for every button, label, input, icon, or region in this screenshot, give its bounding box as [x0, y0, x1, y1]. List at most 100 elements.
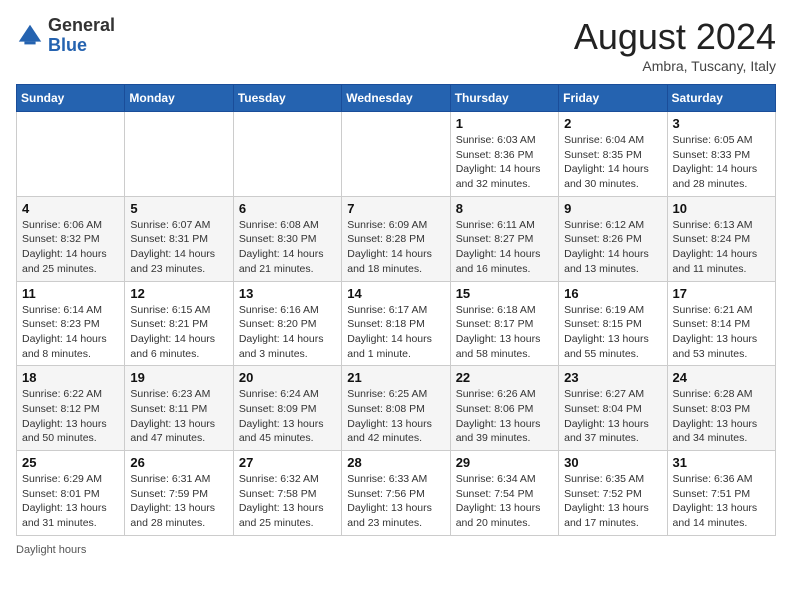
- calendar-cell: 21 Sunrise: 6:25 AM Sunset: 8:08 PM Dayli…: [342, 366, 450, 451]
- day-number: 21: [347, 370, 444, 385]
- day-number: 29: [456, 455, 553, 470]
- day-info: Sunrise: 6:05 AM Sunset: 8:33 PM Dayligh…: [673, 133, 770, 192]
- day-info: Sunrise: 6:22 AM Sunset: 8:12 PM Dayligh…: [22, 387, 119, 446]
- day-info: Sunrise: 6:32 AM Sunset: 7:58 PM Dayligh…: [239, 472, 336, 531]
- calendar-cell: 23Sunrise: 6:27 AM Sunset: 8:04 PM Dayli…: [559, 366, 667, 451]
- day-number: 20: [239, 370, 336, 385]
- calendar-cell: 15 Sunrise: 6:18 AM Sunset: 8:17 PM Dayli…: [450, 281, 558, 366]
- day-info: Sunrise: 6:19 AM Sunset: 8:15 PM Dayligh…: [564, 303, 661, 362]
- calendar-week-1: 1Sunrise: 6:03 AM Sunset: 8:36 PM Daylig…: [17, 112, 776, 197]
- calendar-cell: 18Sunrise: 6:22 AM Sunset: 8:12 PM Dayli…: [17, 366, 125, 451]
- day-number: 22: [456, 370, 553, 385]
- day-number: 11: [22, 286, 119, 301]
- day-number: 10: [673, 201, 770, 216]
- calendar-cell: 22 Sunrise: 6:26 AM Sunset: 8:06 PM Dayli…: [450, 366, 558, 451]
- day-info: Sunrise: 6:17 AM Sunset: 8:18 PM Dayligh…: [347, 303, 444, 362]
- calendar-cell: 19 Sunrise: 6:23 AM Sunset: 8:11 PM Dayli…: [125, 366, 233, 451]
- weekday-header-monday: Monday: [125, 85, 233, 112]
- day-info: Sunrise: 6:11 AM Sunset: 8:27 PM Dayligh…: [456, 218, 553, 277]
- logo-icon: [16, 22, 44, 50]
- calendar-cell: 28 Sunrise: 6:33 AM Sunset: 7:56 PM Dayli…: [342, 451, 450, 536]
- day-number: 24: [673, 370, 770, 385]
- calendar-cell: 5 Sunrise: 6:07 AM Sunset: 8:31 PM Daylig…: [125, 196, 233, 281]
- day-info: Sunrise: 6:35 AM Sunset: 7:52 PM Dayligh…: [564, 472, 661, 531]
- weekday-header-thursday: Thursday: [450, 85, 558, 112]
- day-number: 7: [347, 201, 444, 216]
- day-number: 6: [239, 201, 336, 216]
- weekday-header-tuesday: Tuesday: [233, 85, 341, 112]
- day-number: 2: [564, 116, 661, 131]
- calendar-cell: 2Sunrise: 6:04 AM Sunset: 8:35 PM Daylig…: [559, 112, 667, 197]
- calendar-cell: 1Sunrise: 6:03 AM Sunset: 8:36 PM Daylig…: [450, 112, 558, 197]
- day-number: 5: [130, 201, 227, 216]
- calendar-week-3: 11 Sunrise: 6:14 AM Sunset: 8:23 PM Dayli…: [17, 281, 776, 366]
- day-info: Sunrise: 6:29 AM Sunset: 8:01 PM Dayligh…: [22, 472, 119, 531]
- day-number: 3: [673, 116, 770, 131]
- day-number: 26: [130, 455, 227, 470]
- day-info: Sunrise: 6:12 AM Sunset: 8:26 PM Dayligh…: [564, 218, 661, 277]
- calendar-cell: 6 Sunrise: 6:08 AM Sunset: 8:30 PM Daylig…: [233, 196, 341, 281]
- day-number: 12: [130, 286, 227, 301]
- day-info: Sunrise: 6:31 AM Sunset: 7:59 PM Dayligh…: [130, 472, 227, 531]
- day-info: Sunrise: 6:15 AM Sunset: 8:21 PM Dayligh…: [130, 303, 227, 362]
- page-header: General Blue August 2024 Ambra, Tuscany,…: [16, 16, 776, 74]
- day-number: 4: [22, 201, 119, 216]
- calendar-cell: 8Sunrise: 6:11 AM Sunset: 8:27 PM Daylig…: [450, 196, 558, 281]
- day-number: 23: [564, 370, 661, 385]
- day-info: Sunrise: 6:06 AM Sunset: 8:32 PM Dayligh…: [22, 218, 119, 277]
- calendar-cell: 4 Sunrise: 6:06 AM Sunset: 8:32 PM Daylig…: [17, 196, 125, 281]
- weekday-header-sunday: Sunday: [17, 85, 125, 112]
- title-block: August 2024 Ambra, Tuscany, Italy: [574, 16, 776, 74]
- day-info: Sunrise: 6:21 AM Sunset: 8:14 PM Dayligh…: [673, 303, 770, 362]
- day-info: Sunrise: 6:33 AM Sunset: 7:56 PM Dayligh…: [347, 472, 444, 531]
- calendar-week-5: 25Sunrise: 6:29 AM Sunset: 8:01 PM Dayli…: [17, 451, 776, 536]
- calendar-cell: 16 Sunrise: 6:19 AM Sunset: 8:15 PM Dayli…: [559, 281, 667, 366]
- day-number: 1: [456, 116, 553, 131]
- day-number: 31: [673, 455, 770, 470]
- day-info: Sunrise: 6:08 AM Sunset: 8:30 PM Dayligh…: [239, 218, 336, 277]
- day-info: Sunrise: 6:18 AM Sunset: 8:17 PM Dayligh…: [456, 303, 553, 362]
- day-info: Sunrise: 6:09 AM Sunset: 8:28 PM Dayligh…: [347, 218, 444, 277]
- calendar-cell: 20Sunrise: 6:24 AM Sunset: 8:09 PM Dayli…: [233, 366, 341, 451]
- day-number: 15: [456, 286, 553, 301]
- calendar-cell: 24 Sunrise: 6:28 AM Sunset: 8:03 PM Dayli…: [667, 366, 775, 451]
- day-info: Sunrise: 6:26 AM Sunset: 8:06 PM Dayligh…: [456, 387, 553, 446]
- day-info: Sunrise: 6:13 AM Sunset: 8:24 PM Dayligh…: [673, 218, 770, 277]
- day-info: Sunrise: 6:28 AM Sunset: 8:03 PM Dayligh…: [673, 387, 770, 446]
- logo: General Blue: [16, 16, 115, 56]
- calendar-cell: [125, 112, 233, 197]
- day-info: Sunrise: 6:25 AM Sunset: 8:08 PM Dayligh…: [347, 387, 444, 446]
- day-number: 28: [347, 455, 444, 470]
- day-info: Sunrise: 6:14 AM Sunset: 8:23 PM Dayligh…: [22, 303, 119, 362]
- calendar-cell: 7 Sunrise: 6:09 AM Sunset: 8:28 PM Daylig…: [342, 196, 450, 281]
- month-title: August 2024: [574, 16, 776, 58]
- weekday-header-friday: Friday: [559, 85, 667, 112]
- calendar-cell: 29Sunrise: 6:34 AM Sunset: 7:54 PM Dayli…: [450, 451, 558, 536]
- calendar-cell: [233, 112, 341, 197]
- calendar-cell: 11 Sunrise: 6:14 AM Sunset: 8:23 PM Dayli…: [17, 281, 125, 366]
- day-number: 19: [130, 370, 227, 385]
- day-info: Sunrise: 6:23 AM Sunset: 8:11 PM Dayligh…: [130, 387, 227, 446]
- calendar-cell: 25Sunrise: 6:29 AM Sunset: 8:01 PM Dayli…: [17, 451, 125, 536]
- calendar-cell: 10 Sunrise: 6:13 AM Sunset: 8:24 PM Dayli…: [667, 196, 775, 281]
- calendar-cell: 12 Sunrise: 6:15 AM Sunset: 8:21 PM Dayli…: [125, 281, 233, 366]
- calendar-cell: [342, 112, 450, 197]
- footer: Daylight hours: [16, 544, 776, 556]
- day-info: Sunrise: 6:07 AM Sunset: 8:31 PM Dayligh…: [130, 218, 227, 277]
- calendar-week-2: 4 Sunrise: 6:06 AM Sunset: 8:32 PM Daylig…: [17, 196, 776, 281]
- calendar-cell: 31Sunrise: 6:36 AM Sunset: 7:51 PM Dayli…: [667, 451, 775, 536]
- day-number: 30: [564, 455, 661, 470]
- logo-text: General Blue: [48, 16, 115, 56]
- day-number: 13: [239, 286, 336, 301]
- day-info: Sunrise: 6:16 AM Sunset: 8:20 PM Dayligh…: [239, 303, 336, 362]
- day-number: 9: [564, 201, 661, 216]
- calendar-cell: 3 Sunrise: 6:05 AM Sunset: 8:33 PM Daylig…: [667, 112, 775, 197]
- calendar-cell: 17Sunrise: 6:21 AM Sunset: 8:14 PM Dayli…: [667, 281, 775, 366]
- day-number: 16: [564, 286, 661, 301]
- calendar-table: SundayMondayTuesdayWednesdayThursdayFrid…: [16, 84, 776, 536]
- calendar-cell: 26 Sunrise: 6:31 AM Sunset: 7:59 PM Dayli…: [125, 451, 233, 536]
- calendar-cell: 9 Sunrise: 6:12 AM Sunset: 8:26 PM Daylig…: [559, 196, 667, 281]
- calendar-cell: [17, 112, 125, 197]
- day-number: 14: [347, 286, 444, 301]
- location: Ambra, Tuscany, Italy: [574, 58, 776, 74]
